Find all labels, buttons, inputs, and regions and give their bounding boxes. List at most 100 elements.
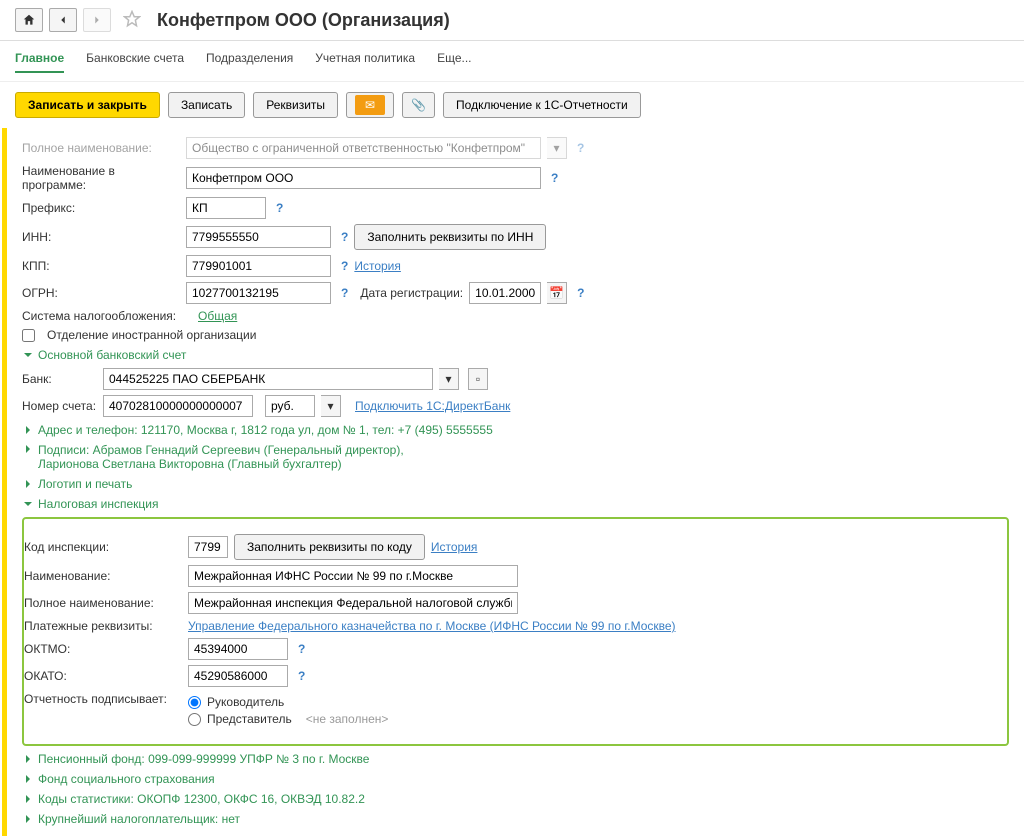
page-title: Конфетпром ООО (Организация) [157, 10, 450, 31]
main-bank-section[interactable]: Основной банковский счет [22, 348, 1009, 362]
prefix-input[interactable] [186, 197, 266, 219]
pension-section[interactable]: Пенсионный фонд: 099-099-999999 УПФР № 3… [22, 752, 1009, 766]
currency-dropdown-icon[interactable]: ▾ [321, 395, 341, 417]
bank-dropdown-icon[interactable]: ▾ [439, 368, 459, 390]
bank-label: Банк: [22, 372, 97, 386]
insp-full-name-label: Полное наименование: [24, 596, 182, 610]
address-section[interactable]: Адрес и телефон: 121170, Москва г, 1812 … [22, 423, 1009, 437]
full-name-label: Полное наименование: [22, 141, 180, 155]
save-close-button[interactable]: Записать и закрыть [15, 92, 160, 118]
foreign-branch-label: Отделение иностранной организации [47, 328, 256, 342]
tax-insp-label: Налоговая инспекция [38, 497, 159, 511]
paperclip-icon: 📎 [411, 98, 426, 112]
stats-label: Коды статистики: ОКОПФ 12300, ОКФС 16, О… [38, 792, 365, 806]
help-icon[interactable]: ? [341, 286, 348, 300]
signer-rep-radio[interactable] [188, 713, 201, 726]
help-icon[interactable]: ? [341, 259, 348, 273]
signer-head-radio[interactable] [188, 696, 201, 709]
chevron-right-icon [22, 443, 34, 455]
insp-code-input[interactable] [188, 536, 228, 558]
ogrn-input[interactable] [186, 282, 331, 304]
direct-bank-link[interactable]: Подключить 1С:ДиректБанк [355, 399, 510, 413]
okato-input[interactable] [188, 665, 288, 687]
arrow-right-icon [90, 13, 104, 27]
help-icon[interactable]: ? [577, 286, 584, 300]
full-name-input[interactable] [186, 137, 541, 159]
help-icon[interactable]: ? [577, 141, 584, 155]
mail-button[interactable]: ✉ [346, 92, 394, 118]
fss-label: Фонд социального страхования [38, 772, 215, 786]
chevron-right-icon [22, 478, 34, 490]
tab-bank[interactable]: Банковские счета [86, 51, 184, 73]
chevron-right-icon [22, 773, 34, 785]
fill-code-button[interactable]: Заполнить реквизиты по коду [234, 534, 425, 560]
arrow-left-icon [56, 13, 70, 27]
back-button[interactable] [49, 8, 77, 32]
signed-by-label: Отчетность подписывает: [24, 692, 182, 706]
tab-divisions[interactable]: Подразделения [206, 51, 293, 73]
acc-num-label: Номер счета: [22, 399, 97, 413]
tab-accounting[interactable]: Учетная политика [315, 51, 415, 73]
requisites-button[interactable]: Реквизиты [253, 92, 338, 118]
signer-head-label: Руководитель [207, 695, 284, 709]
currency-input[interactable] [265, 395, 315, 417]
insp-name-input[interactable] [188, 565, 518, 587]
kpp-label: КПП: [22, 259, 180, 273]
tax-system-link[interactable]: Общая [198, 309, 237, 323]
tab-main[interactable]: Главное [15, 51, 64, 73]
prefix-label: Префикс: [22, 201, 180, 215]
prog-name-input[interactable] [186, 167, 541, 189]
chevron-right-icon [22, 753, 34, 765]
foreign-branch-checkbox[interactable] [22, 329, 35, 342]
address-label: Адрес и телефон: 121170, Москва г, 1812 … [38, 423, 493, 437]
signer-rep-empty: <не заполнен> [306, 712, 389, 726]
acc-num-input[interactable] [103, 395, 253, 417]
fill-inn-button[interactable]: Заполнить реквизиты по ИНН [354, 224, 546, 250]
bank-open-icon[interactable]: ▫ [468, 368, 488, 390]
reg-date-label: Дата регистрации: [360, 286, 463, 300]
big-tax-label: Крупнейший налогоплательщик: нет [38, 812, 240, 826]
star-icon[interactable] [123, 10, 141, 31]
signatures-section[interactable]: Подписи: Абрамов Геннадий Сергеевич (Ген… [22, 443, 1009, 471]
insp-code-label: Код инспекции: [24, 540, 182, 554]
insp-name-label: Наименование: [24, 569, 182, 583]
oktmo-label: ОКТМО: [24, 642, 182, 656]
dropdown-icon[interactable]: ▾ [547, 137, 567, 159]
main-bank-label: Основной банковский счет [38, 348, 186, 362]
big-tax-section[interactable]: Крупнейший налогоплательщик: нет [22, 812, 1009, 826]
attach-button[interactable]: 📎 [402, 92, 435, 118]
logo-section[interactable]: Логотип и печать [22, 477, 1009, 491]
inn-label: ИНН: [22, 230, 180, 244]
fss-section[interactable]: Фонд социального страхования [22, 772, 1009, 786]
tab-more[interactable]: Еще... [437, 51, 471, 73]
reg-date-input[interactable] [469, 282, 541, 304]
home-icon [22, 13, 36, 27]
kpp-input[interactable] [186, 255, 331, 277]
tax-system-label: Система налогообложения: [22, 309, 192, 323]
help-icon[interactable]: ? [298, 642, 305, 656]
insp-history-link[interactable]: История [431, 540, 478, 554]
connect-1c-button[interactable]: Подключение к 1С-Отчетности [443, 92, 641, 118]
bank-input[interactable] [103, 368, 433, 390]
forward-button[interactable] [83, 8, 111, 32]
chevron-right-icon [22, 793, 34, 805]
stats-section[interactable]: Коды статистики: ОКОПФ 12300, ОКФС 16, О… [22, 792, 1009, 806]
calendar-icon[interactable]: 📅 [547, 282, 567, 304]
home-button[interactable] [15, 8, 43, 32]
prog-name-label: Наименование в программе: [22, 164, 180, 192]
insp-full-name-input[interactable] [188, 592, 518, 614]
help-icon[interactable]: ? [298, 669, 305, 683]
help-icon[interactable]: ? [276, 201, 283, 215]
save-button[interactable]: Записать [168, 92, 245, 118]
chevron-down-icon [22, 349, 34, 361]
oktmo-input[interactable] [188, 638, 288, 660]
signatures-label: Подписи: Абрамов Геннадий Сергеевич (Ген… [38, 443, 404, 471]
chevron-right-icon [22, 424, 34, 436]
pay-req-link[interactable]: Управление Федерального казначейства по … [188, 619, 676, 633]
tax-insp-section[interactable]: Налоговая инспекция [22, 497, 1009, 511]
inn-input[interactable] [186, 226, 331, 248]
chevron-down-icon [22, 498, 34, 510]
kpp-history-link[interactable]: История [354, 259, 401, 273]
help-icon[interactable]: ? [551, 171, 558, 185]
help-icon[interactable]: ? [341, 230, 348, 244]
